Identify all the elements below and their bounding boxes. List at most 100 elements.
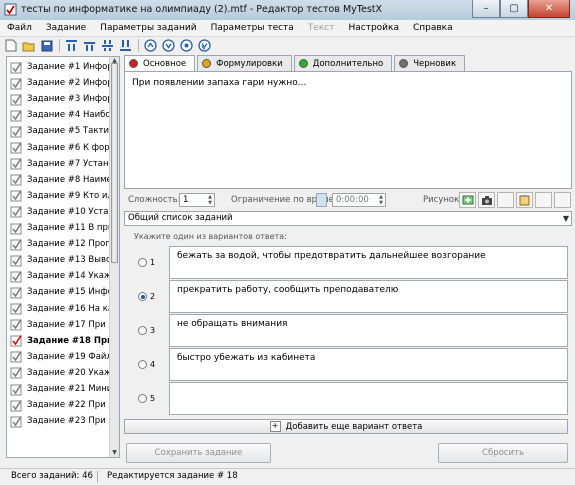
- task-list-item[interactable]: Задание #11 В прикл: [7, 220, 109, 236]
- task-list-item[interactable]: Задание #23 При зад: [7, 413, 109, 429]
- add-picture-button[interactable]: [459, 192, 476, 208]
- answer-radio[interactable]: 3: [138, 326, 155, 335]
- task-list-scrollbar[interactable]: ▲ ▼: [109, 57, 119, 457]
- answer-field[interactable]: [169, 382, 568, 415]
- task-list-item[interactable]: Задание #4 Наиболь: [7, 107, 109, 123]
- task-list-item[interactable]: Задание #16 На какс: [7, 301, 109, 317]
- task-list-item[interactable]: Задание #7 Установ: [7, 156, 109, 172]
- time-limit-label: Ограничение по времени:: [231, 195, 348, 205]
- menu-task[interactable]: Задание: [39, 20, 93, 36]
- scroll-thumb[interactable]: [111, 63, 118, 263]
- new-file-button[interactable]: [3, 39, 18, 53]
- task-list-item[interactable]: Задание #13 Выводи: [7, 252, 109, 268]
- time-limit-spinner[interactable]: 0:00:00 ▲ ▼: [332, 193, 386, 207]
- close-button[interactable]: ✕: [528, 0, 570, 18]
- answer-number: 4: [150, 360, 156, 369]
- task-list-item[interactable]: Задание #10 Установ: [7, 204, 109, 220]
- answer-radio[interactable]: 1: [138, 258, 155, 267]
- task-list-combo[interactable]: Общий список заданий ▼: [124, 211, 572, 226]
- picture-slot-button-3[interactable]: [554, 192, 571, 208]
- task-list-item-label: Задание #21 Минима: [27, 384, 109, 394]
- minimize-button[interactable]: –: [472, 0, 500, 18]
- save-file-button[interactable]: [39, 39, 54, 53]
- question-editor[interactable]: При появлении запаха гари нужно...: [124, 71, 572, 189]
- time-limit-checkbox[interactable]: [316, 193, 327, 207]
- task-list-item[interactable]: Задание #9 Кто или: [7, 188, 109, 204]
- camera-button[interactable]: [478, 192, 495, 208]
- picture-slot-button[interactable]: [497, 192, 514, 208]
- menu-settings[interactable]: Настройка: [341, 20, 406, 36]
- menu-text[interactable]: Текст: [301, 20, 342, 36]
- task-list-item[interactable]: Задание #8 Наимены: [7, 172, 109, 188]
- task-check-icon: [10, 206, 22, 218]
- save-task-button[interactable]: Сохранить задание: [126, 443, 271, 463]
- nav-check-button[interactable]: [179, 39, 194, 53]
- task-list-item[interactable]: Задание #21 Минима: [7, 381, 109, 397]
- move-down-button[interactable]: [100, 39, 115, 53]
- nav-first-button[interactable]: [143, 39, 158, 53]
- task-list: ▲ ▼ Задание #1 Информа Задание #2 Информа…: [6, 56, 120, 458]
- task-list-item[interactable]: Задание #14 Укажит: [7, 268, 109, 284]
- scroll-down-arrow[interactable]: ▼: [110, 449, 119, 457]
- task-list-item-label: Задание #12 Програм: [27, 239, 109, 250]
- answer-number: 3: [150, 326, 156, 335]
- task-list-item[interactable]: Задание #5 Тактилы: [7, 123, 109, 139]
- task-check-icon: [10, 142, 22, 154]
- dropdown-arrow-icon[interactable]: ▼: [563, 212, 569, 225]
- task-check-icon: [10, 367, 22, 379]
- task-list-item-label: Задание #9 Кто или: [27, 190, 109, 201]
- menu-file[interactable]: Файл: [0, 20, 39, 36]
- reset-button[interactable]: Сбросить: [438, 443, 568, 463]
- plus-icon: +: [269, 421, 281, 432]
- answer-radio[interactable]: 2: [138, 292, 155, 301]
- task-list-item[interactable]: Задание #19 Файл - з: [7, 349, 109, 365]
- answer-field[interactable]: быстро убежать из кабинета: [169, 348, 568, 381]
- move-first-button[interactable]: [64, 39, 79, 53]
- task-check-icon: [10, 109, 22, 122]
- answer-field[interactable]: бежать за водой, чтобы предотвратить дал…: [169, 246, 568, 279]
- task-list-item[interactable]: Задание #3 Информа: [7, 91, 109, 107]
- task-list-item[interactable]: Задание #12 Програм: [7, 236, 109, 252]
- task-list-item[interactable]: Задание #20 Укажит: [7, 365, 109, 381]
- menu-task-params[interactable]: Параметры заданий: [93, 20, 203, 36]
- answer-field[interactable]: не обращать внимания: [169, 314, 568, 347]
- save-icon: [41, 40, 52, 51]
- difficulty-spinner[interactable]: 1 ▲ ▼: [179, 193, 215, 207]
- task-params-row: Сложность: 1 ▲ ▼ Ограничение по времени: …: [124, 192, 572, 209]
- nav-last-button[interactable]: [197, 39, 212, 53]
- move-up-button[interactable]: [82, 39, 97, 53]
- task-check-icon: [10, 174, 22, 186]
- answer-field[interactable]: прекратить работу, сообщить преподавател…: [169, 280, 568, 313]
- menu-help[interactable]: Справка: [406, 20, 460, 36]
- question-text: При появлении запаха гари нужно...: [132, 78, 307, 88]
- tab-extra[interactable]: Дополнительно: [293, 55, 393, 71]
- task-list-item[interactable]: Задание #6 К формал: [7, 140, 109, 156]
- open-file-button[interactable]: [21, 39, 36, 53]
- tab-draft[interactable]: Черновик: [394, 55, 466, 71]
- task-list-item[interactable]: Задание #18 При п: [7, 332, 109, 349]
- task-list-item[interactable]: Задание #17 При как: [7, 317, 109, 333]
- nav-down-button[interactable]: [161, 39, 176, 53]
- task-check-icon: [10, 254, 22, 267]
- task-list-item[interactable]: Задание #15 Информ: [7, 284, 109, 300]
- spinner-arrows-icon[interactable]: ▲ ▼: [377, 194, 385, 206]
- task-list-item-label: Задание #2 Информа: [27, 78, 109, 89]
- task-list-item[interactable]: Задание #1 Информа: [7, 59, 109, 75]
- radio-circle-icon: [138, 258, 147, 267]
- picture-slot-button-2[interactable]: [535, 192, 552, 208]
- task-list-item[interactable]: Задание #2 Информа: [7, 75, 109, 91]
- move-last-button[interactable]: [118, 39, 133, 53]
- orange-dot-icon: [202, 59, 212, 68]
- menu-test-params[interactable]: Параметры теста: [204, 20, 301, 36]
- spinner-arrows-icon[interactable]: ▲ ▼: [206, 194, 214, 206]
- task-list-item[interactable]: Задание #22 При наб: [7, 397, 109, 413]
- tab-main[interactable]: Основное: [124, 55, 196, 71]
- add-answer-button[interactable]: + Добавить еще вариант ответа: [124, 419, 568, 434]
- answer-radio[interactable]: 4: [138, 360, 155, 369]
- task-list-item-label: Задание #16 На какс: [27, 303, 109, 314]
- task-list-item-label: Задание #3 Информа: [27, 94, 109, 105]
- tab-formulations[interactable]: Формулировки: [197, 55, 292, 71]
- maximize-button[interactable]: ▢: [500, 0, 528, 18]
- answer-radio[interactable]: 5: [138, 394, 155, 403]
- paste-picture-button[interactable]: [516, 192, 533, 208]
